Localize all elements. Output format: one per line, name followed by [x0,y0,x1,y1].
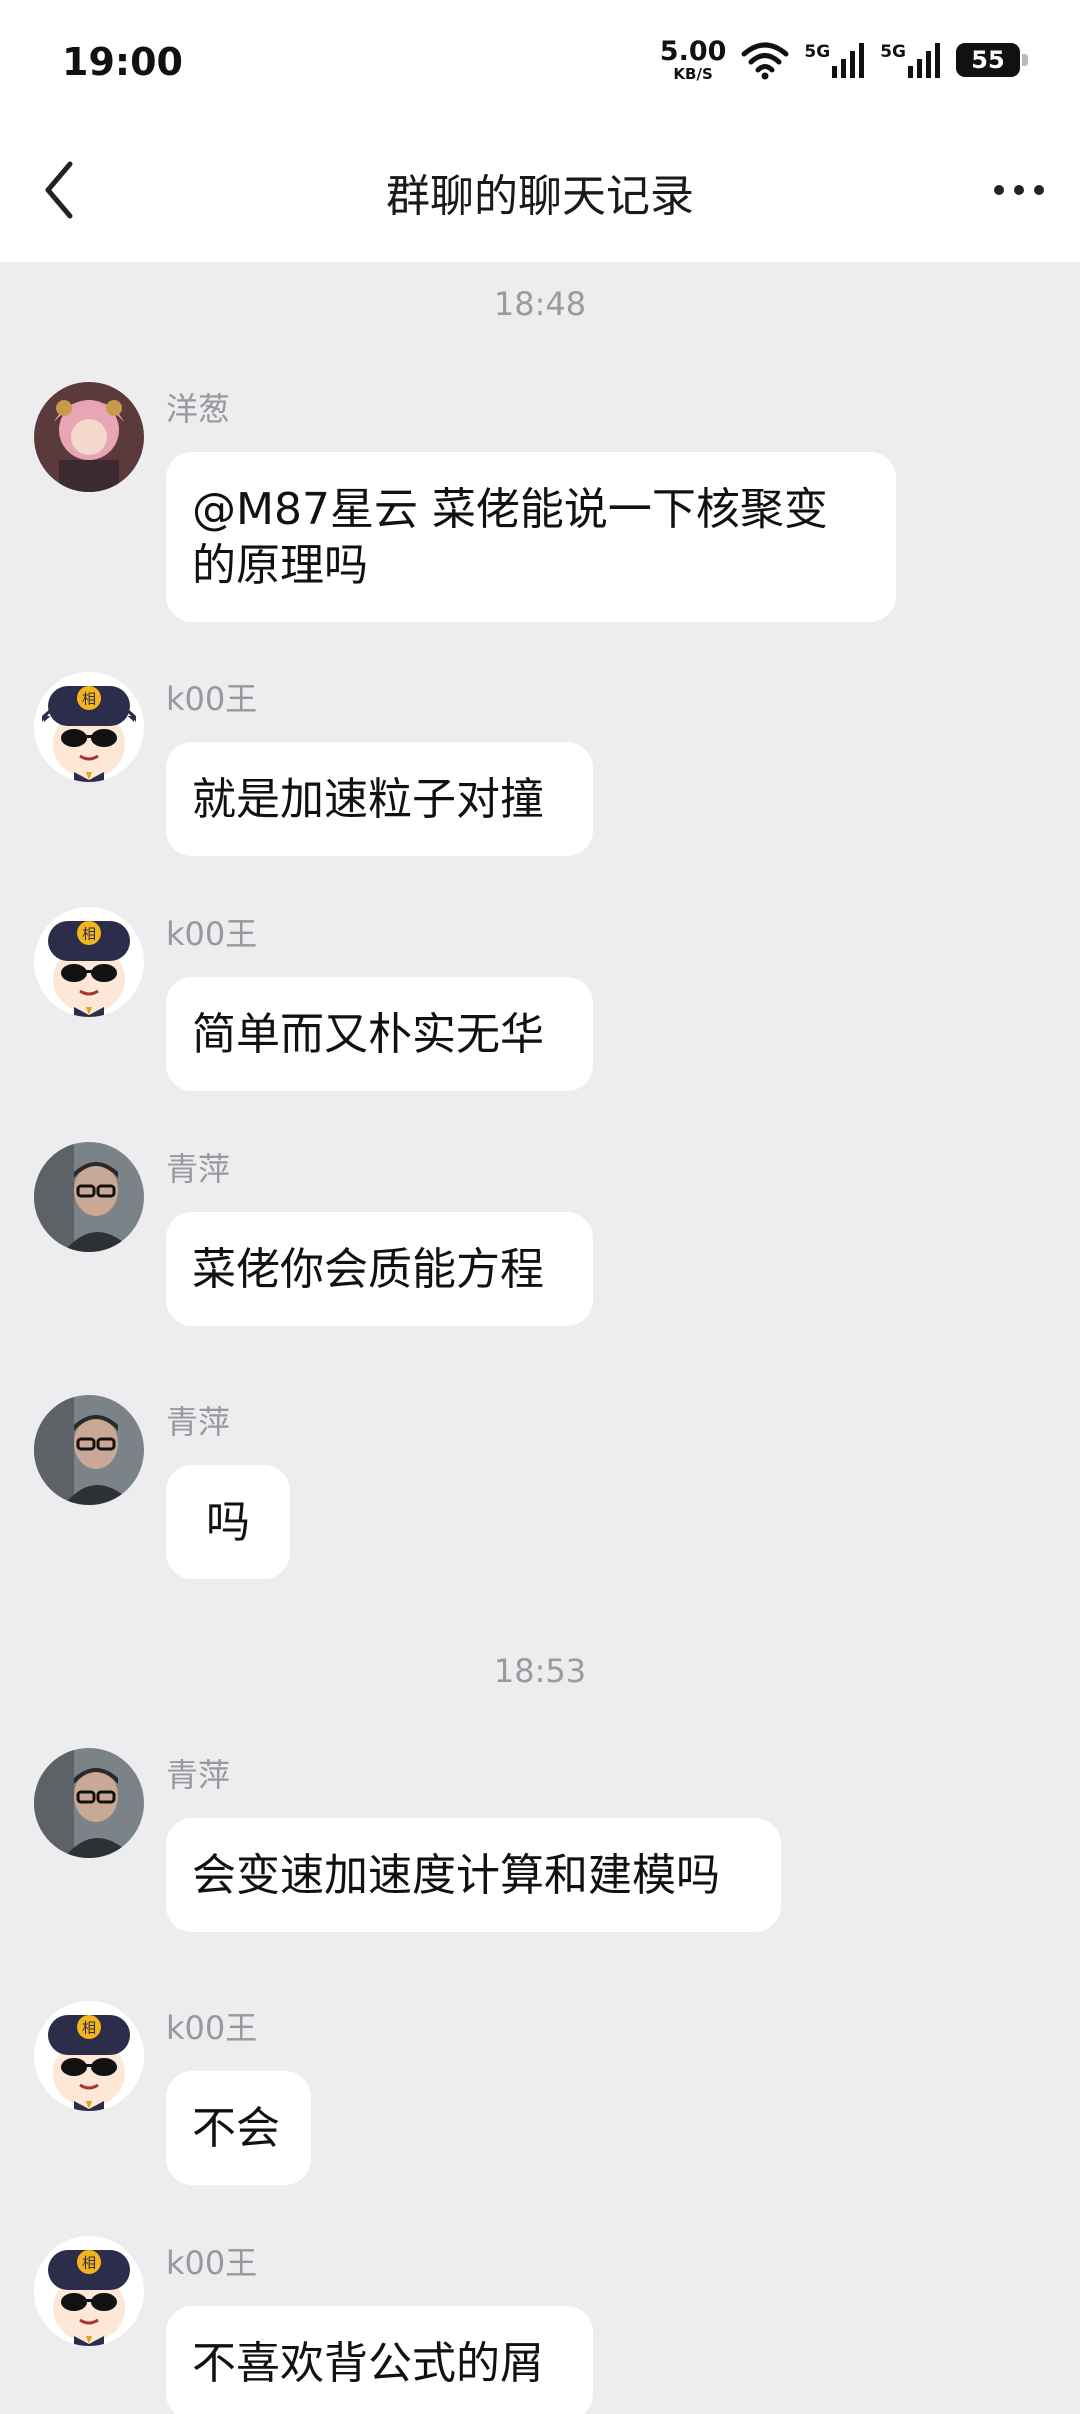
page-title: 群聊的聊天记录 [386,171,694,222]
more-button[interactable] [984,160,1054,220]
sender-name: 青萍 [166,1403,231,1441]
man-glasses-avatar-icon [34,1395,144,1505]
battery-icon: 55 [956,43,1028,77]
avatar-badge-text: 相 [82,927,96,943]
signal-5g-2: 5G [880,42,942,78]
sender-name: k00王 [166,915,258,953]
top-bar: 19:00 5.00 KB/S 5G 5G 55 群聊的聊天记录 [0,0,1080,262]
sender-name: k00王 [166,2244,258,2282]
network-speed-value: 5.00 [659,36,727,67]
avatar[interactable] [34,1142,144,1252]
message-bubble[interactable]: 简单而又朴实无华 [166,977,593,1091]
cartoon-boy-sunglasses-avatar-icon: 相 [34,907,144,1017]
network-speed: 5.00 KB/S [660,38,727,82]
anime-girl-avatar-icon [34,382,144,492]
sender-name: 青萍 [166,1756,231,1794]
chat-history-screen: 19:00 5.00 KB/S 5G 5G 55 群聊的聊天记录 18:48 洋… [0,0,1080,2414]
avatar[interactable]: 相 [34,2001,144,2111]
avatar[interactable] [34,382,144,492]
sender-name: 青萍 [166,1150,231,1188]
avatar[interactable]: 相 [34,672,144,782]
message-bubble[interactable]: 就是加速粒子对撞 [166,742,593,856]
signal-bars-icon [832,43,865,78]
timestamp-label: 18:53 [493,1652,587,1690]
sender-name: k00王 [166,680,258,718]
avatar-badge-text: 相 [82,2021,96,2037]
message-bubble[interactable]: 吗 [166,1465,290,1579]
man-glasses-avatar-icon [34,1748,144,1858]
network-type-1: 5G [804,42,831,62]
avatar[interactable]: 相 [34,907,144,1017]
message-bubble[interactable]: 菜佬你会质能方程 [166,1212,593,1326]
message-bubble[interactable]: 会变速加速度计算和建模吗 [166,1818,781,1932]
status-time: 19:00 [62,40,183,84]
sender-name: k00王 [166,2009,258,2047]
network-speed-unit: KB/S [673,65,713,83]
wifi-icon [741,42,789,80]
sender-name: 洋葱 [166,390,231,428]
message-bubble[interactable]: 不喜欢背公式的屑 [166,2306,593,2414]
avatar[interactable] [34,1748,144,1858]
timestamp-label: 18:48 [493,285,587,323]
message-bubble[interactable]: @M87星云 菜佬能说一下核聚变的原理吗 [166,452,896,622]
cartoon-boy-sunglasses-avatar-icon: 相 [34,672,144,782]
man-glasses-avatar-icon [34,1142,144,1252]
more-dots-icon [994,185,1044,195]
signal-bars-icon [908,43,940,78]
network-type-2: 5G [880,42,906,62]
battery-level: 55 [971,46,1005,74]
avatar-badge-text: 相 [82,2256,96,2272]
message-bubble[interactable]: 不会 [166,2071,311,2185]
status-icons: 5.00 KB/S 5G 5G 55 [660,38,1028,82]
cartoon-boy-sunglasses-avatar-icon: 相 [34,2236,144,2346]
avatar[interactable] [34,1395,144,1505]
signal-5g-1: 5G [804,42,866,78]
cartoon-boy-sunglasses-avatar-icon: 相 [34,2001,144,2111]
avatar[interactable]: 相 [34,2236,144,2346]
avatar-badge-text: 相 [82,692,96,708]
